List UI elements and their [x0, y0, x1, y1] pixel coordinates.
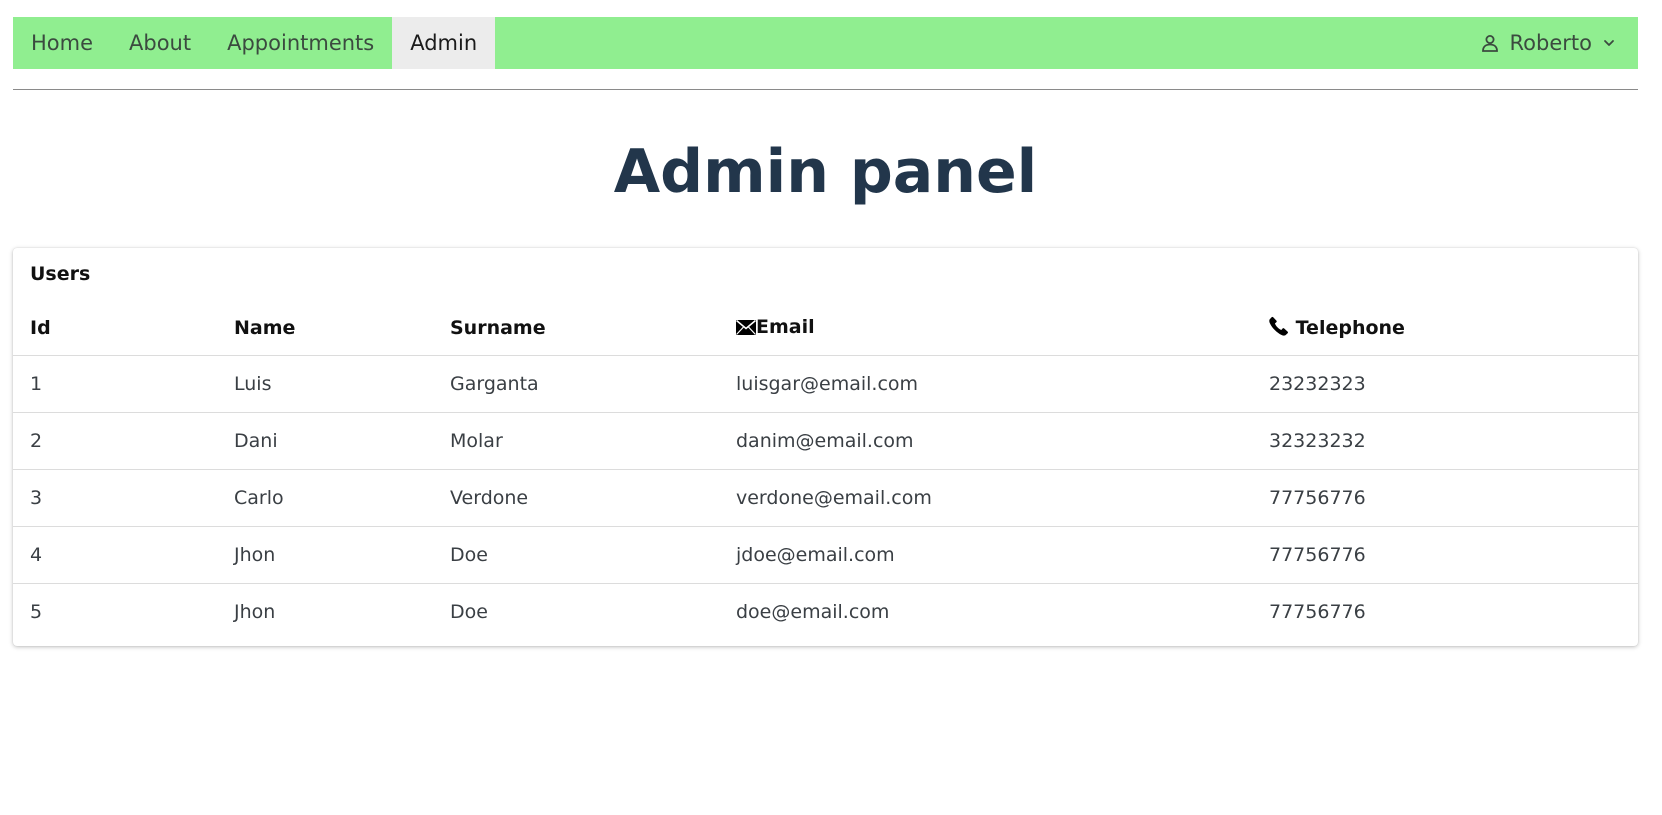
table-row: 5 Jhon Doe doe@email.com 77756776 — [13, 583, 1638, 640]
cell-name: Jhon — [234, 600, 276, 623]
table-row: 2 Dani Molar danim@email.com 32323232 — [13, 412, 1638, 470]
table-row: 3 Carlo Verdone verdone@email.com 777567… — [13, 469, 1638, 527]
column-header-surname: Surname — [433, 302, 719, 356]
phone-icon — [1269, 316, 1289, 341]
user-name: Roberto — [1509, 31, 1592, 55]
cell-id: 2 — [13, 412, 217, 470]
cell-name: Luis — [217, 355, 433, 413]
person-icon — [1480, 33, 1500, 53]
column-header-id: Id — [13, 302, 217, 356]
top-navbar: Home About Appointments Admin Roberto — [13, 17, 1638, 69]
column-header-name: Name — [217, 302, 433, 356]
cell-surname: Verdone — [433, 469, 719, 527]
column-header-telephone: Telephone — [1252, 302, 1638, 356]
users-card-title: Users — [30, 263, 91, 285]
column-header-email: Email — [719, 302, 1252, 356]
cell-telephone: 32323232 — [1252, 412, 1638, 470]
cell-telephone: 77756776 — [1252, 526, 1638, 584]
cell-name: Dani — [217, 412, 433, 470]
users-table: Id Name Surname Email Telephone 1 Luis G… — [13, 302, 1638, 640]
table-header-row: Id Name Surname Email Telephone — [13, 302, 1638, 356]
cell-telephone: 77756776 — [1252, 469, 1638, 527]
table-row: 4 Jhon Doe jdoe@email.com 77756776 — [13, 526, 1638, 584]
cell-surname: Doe — [450, 600, 488, 623]
cell-id: 3 — [13, 469, 217, 527]
cell-email: luisgar@email.com — [719, 355, 1252, 413]
cell-surname: Garganta — [433, 355, 719, 413]
cell-id: 5 — [30, 600, 43, 623]
chevron-down-icon — [1602, 36, 1616, 50]
cell-telephone: 77756776 — [1269, 600, 1366, 623]
cell-email: doe@email.com — [736, 600, 890, 623]
cell-surname: Doe — [433, 526, 719, 584]
user-menu[interactable]: Roberto — [1462, 17, 1638, 69]
cell-email: verdone@email.com — [719, 469, 1252, 527]
cell-id: 4 — [13, 526, 217, 584]
cell-name: Jhon — [217, 526, 433, 584]
envelope-icon — [735, 318, 757, 340]
cell-email: jdoe@email.com — [719, 526, 1252, 584]
cell-telephone: 23232323 — [1252, 355, 1638, 413]
cell-id: 1 — [13, 355, 217, 413]
nav-item-appointments[interactable]: Appointments — [209, 17, 392, 69]
cell-name: Carlo — [217, 469, 433, 527]
table-row: 1 Luis Garganta luisgar@email.com 232323… — [13, 355, 1638, 413]
cell-surname: Molar — [433, 412, 719, 470]
nav-item-admin[interactable]: Admin — [392, 17, 496, 69]
nav-item-about[interactable]: About — [111, 17, 209, 69]
page-title: Admin panel — [613, 137, 1038, 207]
header-divider — [13, 89, 1638, 90]
nav-links: Home About Appointments Admin — [13, 17, 496, 69]
nav-item-home[interactable]: Home — [13, 17, 111, 69]
users-card: Users Id Name Surname Email Telephone 1 … — [13, 248, 1638, 646]
cell-email: danim@email.com — [719, 412, 1252, 470]
